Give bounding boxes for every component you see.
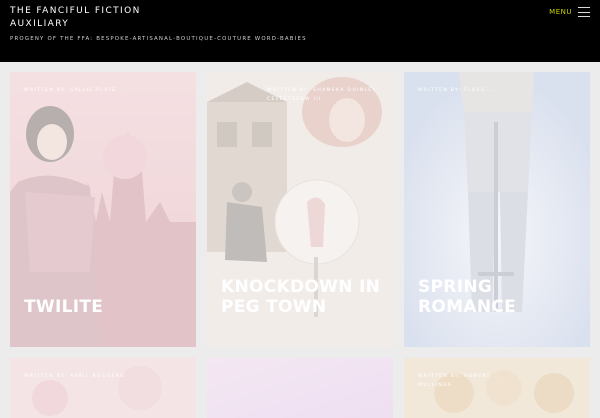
card-overlay [10,358,196,418]
story-card-knockdown-in-peg-town[interactable]: WRITTEN BY: SHAMEKA QUINLEY CELESTEREW I… [207,72,393,347]
story-card[interactable] [207,358,393,418]
menu-button[interactable]: MENU [549,5,590,19]
card-author: WRITTEN BY: FLOSS ... [418,88,497,93]
story-card-spring-romance[interactable]: WRITTEN BY: FLOSS ... SPRING ROMANCE [404,72,590,347]
story-card-twilite[interactable]: WRITTEN BY: SALLIE PLATE TWILITE [10,72,196,347]
menu-label: MENU [549,8,572,16]
card-title[interactable]: TWILITE [24,297,184,317]
card-author: WRITTEN BY: APRIL ROGGERS [24,374,125,379]
site-title[interactable]: THE FANCIFUL FICTION AUXILIARY [10,5,170,31]
site-description: PROGENY OF THE FFA: BESPOKE-ARTISANAL-BO… [10,36,307,42]
card-overlay [207,358,393,418]
card-author: WRITTEN BY: SHAMEKA QUINLEY CELESTEREW I… [267,88,377,102]
card-author: WRITTEN BY: SALLIE PLATE [24,88,117,93]
hamburger-icon [578,7,590,17]
story-grid: WRITTEN BY: SALLIE PLATE TWILITE WRITTEN… [0,62,600,418]
card-author: WRITTEN BY: HOBERT ... MULLINGS [418,374,502,388]
card-title[interactable]: SPRING ROMANCE [418,277,578,317]
story-card[interactable]: WRITTEN BY: HOBERT ... MULLINGS [404,358,590,418]
card-title[interactable]: KNOCKDOWN IN PEG TOWN [221,277,381,317]
site-header: THE FANCIFUL FICTION AUXILIARY PROGENY O… [0,0,600,62]
story-card[interactable]: WRITTEN BY: APRIL ROGGERS [10,358,196,418]
